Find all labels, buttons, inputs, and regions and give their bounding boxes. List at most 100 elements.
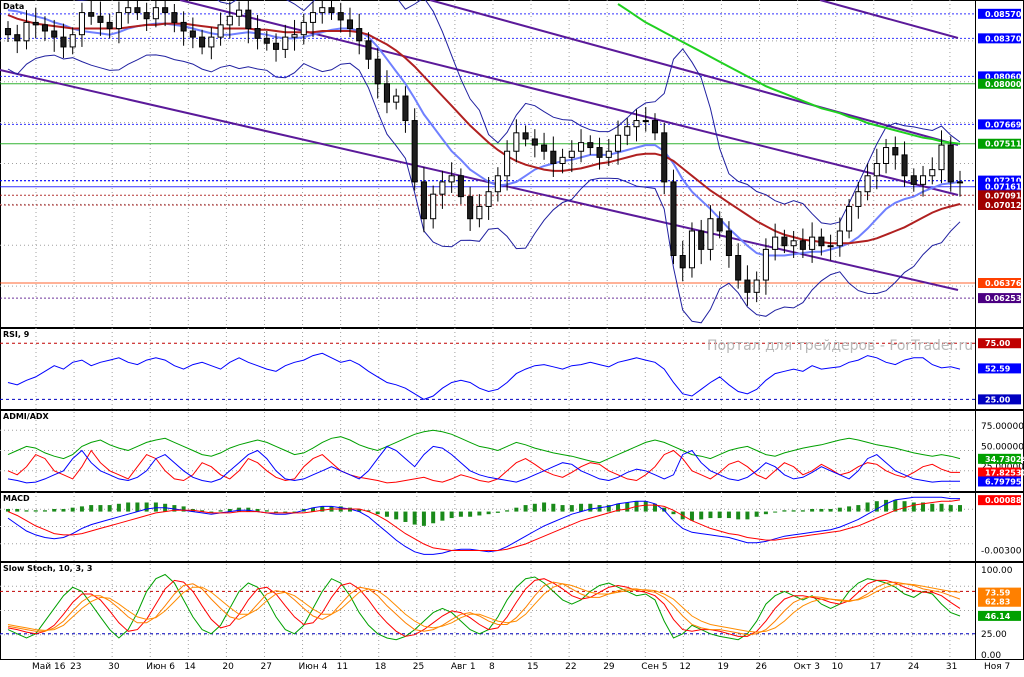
pane-title-stoch: Slow Stoch, 10, 3, 3 [3, 564, 92, 573]
x-tick-label: 29 [603, 662, 615, 672]
candle-body [328, 7, 335, 14]
macd-histogram-bar [144, 502, 149, 512]
candle-body [319, 7, 326, 14]
candle-body [245, 9, 252, 30]
candle-body [827, 245, 834, 248]
candle-body [605, 150, 612, 158]
candle-body [476, 205, 483, 220]
candle-body [115, 12, 122, 30]
x-tick-label: 19 [717, 662, 729, 672]
candle-body [78, 12, 85, 36]
candle-body [873, 163, 880, 177]
x-tick-label: 17 [870, 662, 881, 672]
macd-histogram-bar [884, 499, 889, 512]
rsi-current-label: 52.59 [985, 364, 1011, 373]
macd-histogram-bar [569, 505, 574, 512]
macd-histogram-bar [505, 510, 510, 512]
macd-histogram-bar [958, 505, 962, 512]
macd-histogram-bar [754, 511, 759, 517]
candle-body [781, 236, 788, 247]
macd-histogram-bar [810, 508, 815, 512]
macd-histogram-bar [939, 503, 944, 512]
candle-body [69, 34, 76, 48]
candle-body [88, 12, 95, 17]
macd-histogram-bar [625, 502, 630, 512]
macd-histogram-bar [532, 503, 537, 512]
macd-histogram-bar [819, 508, 824, 512]
candle-body [716, 218, 723, 232]
candle-body [448, 175, 455, 183]
candle-body [494, 175, 501, 193]
macd-histogram-bar [791, 510, 796, 512]
x-tick-label: Ноя 7 [984, 662, 1010, 672]
candle-body [513, 132, 520, 152]
price-level-label: 0.07012 [985, 201, 1021, 210]
macd-histogram-bar [671, 511, 676, 515]
candle-body [41, 24, 49, 32]
macd-histogram-bar [717, 511, 722, 519]
macd-histogram-bar [89, 505, 94, 512]
macd-histogram-bar [708, 511, 713, 519]
candle-body [383, 83, 390, 103]
macd-histogram-bar [126, 502, 131, 512]
candle-body [642, 120, 649, 123]
macd-histogram-bar [52, 508, 57, 512]
candle-body [439, 181, 446, 195]
candle-body [661, 132, 668, 183]
candle-body [568, 150, 575, 158]
macd-histogram-bar [394, 511, 399, 520]
candle-body [883, 147, 890, 165]
macd-histogram-bar [403, 511, 408, 522]
stoch-current-label: 73.59 [985, 589, 1011, 598]
candle-body [14, 34, 21, 42]
macd-histogram-bar [930, 503, 935, 512]
macd-current-label: 0.00088 [985, 496, 1022, 505]
x-tick-label: 25 [413, 662, 424, 672]
pane-title-rsi: RSI, 9 [3, 330, 30, 339]
adx-tick-label: 50.00000 [981, 442, 1024, 452]
candle-body [208, 36, 215, 48]
candle-body [855, 191, 862, 207]
macd-histogram-bar [551, 503, 556, 512]
stoch-current-label: 46.14 [985, 612, 1011, 621]
macd-histogram-bar [98, 505, 103, 512]
candle-body [97, 15, 104, 23]
candle-body [143, 12, 150, 20]
macd-histogram-bar [699, 511, 704, 520]
candle-body [846, 205, 853, 232]
macd-histogram-bar [42, 510, 47, 512]
candle-body [929, 169, 936, 177]
candle-body [938, 144, 945, 171]
macd-histogram-bar [264, 510, 269, 512]
macd-histogram-bar [116, 503, 121, 512]
candle-body [263, 37, 270, 44]
candle-body [393, 95, 400, 103]
candle-body [799, 240, 806, 250]
candle-body [189, 30, 196, 38]
x-tick-label: Май 16 [32, 662, 66, 672]
x-tick-label: 30 [108, 662, 120, 672]
price-level-label: 0.08370 [985, 34, 1022, 43]
rsi-level-label: 75.00 [985, 339, 1011, 348]
candle-body [596, 147, 603, 158]
macd-histogram-bar [689, 511, 694, 521]
price-level-label: 0.07511 [985, 140, 1022, 149]
x-tick-label: 12 [679, 662, 690, 672]
candle-body [4, 28, 12, 36]
macd-histogram-bar [773, 511, 778, 513]
x-tick-label: 26 [756, 662, 768, 672]
macd-histogram-bar [107, 505, 112, 512]
candle-body [171, 12, 178, 23]
candle-body [541, 144, 548, 152]
candle-body [23, 21, 30, 42]
candle-body [134, 7, 141, 14]
price-level-label: 0.06376 [985, 279, 1022, 288]
candle-body [633, 120, 640, 128]
x-tick-label: 22 [565, 662, 576, 672]
x-tick-label: 11 [337, 662, 348, 672]
adx-current-label: 34.73024 [985, 455, 1024, 464]
macd-histogram-bar [486, 511, 491, 515]
macd-histogram-bar [135, 502, 140, 512]
macd-histogram-bar [782, 510, 787, 512]
macd-histogram-bar [763, 511, 768, 515]
